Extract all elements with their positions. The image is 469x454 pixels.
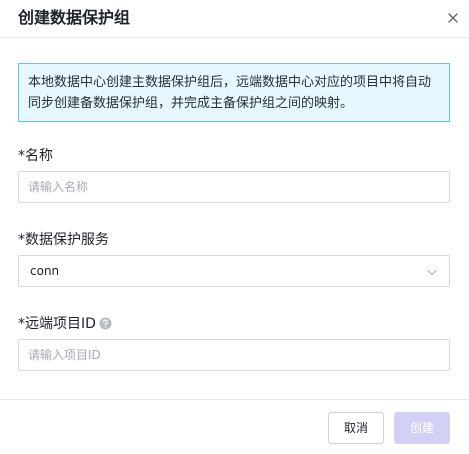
dialog-title: 创建数据保护组 bbox=[18, 8, 131, 27]
create-protection-group-dialog: 创建数据保护组 本地数据中心创建主数据保护组后，远端数据中心对应的项目中将自动同… bbox=[0, 0, 469, 454]
info-notice-text: 本地数据中心创建主数据保护组后，远端数据中心对应的项目中将自动同步创建备数据保护… bbox=[28, 75, 432, 111]
service-select[interactable]: conn bbox=[18, 255, 450, 287]
remote-project-id-input[interactable] bbox=[18, 339, 450, 371]
close-icon bbox=[443, 8, 463, 28]
required-mark: * bbox=[18, 316, 25, 332]
dialog-footer: 取消 创建 bbox=[0, 399, 469, 454]
remote-project-label: *远端项目ID bbox=[18, 315, 112, 333]
create-button[interactable]: 创建 bbox=[394, 412, 450, 444]
name-label: *名称 bbox=[18, 147, 53, 165]
info-notice: 本地数据中心创建主数据保护组后，远端数据中心对应的项目中将自动同步创建备数据保护… bbox=[18, 63, 450, 122]
name-label-text: 名称 bbox=[25, 148, 53, 164]
dialog-header: 创建数据保护组 bbox=[0, 0, 469, 38]
required-mark: * bbox=[18, 232, 25, 248]
name-input[interactable] bbox=[18, 171, 450, 203]
close-button[interactable] bbox=[443, 8, 463, 28]
cancel-button[interactable]: 取消 bbox=[328, 412, 384, 444]
service-select-value: conn bbox=[30, 264, 60, 278]
chevron-down-icon bbox=[426, 266, 438, 278]
question-circle-icon[interactable] bbox=[99, 317, 112, 330]
service-label: *数据保护服务 bbox=[18, 231, 109, 249]
remote-project-label-text: 远端项目ID bbox=[25, 316, 96, 332]
required-mark: * bbox=[18, 148, 25, 164]
service-label-text: 数据保护服务 bbox=[25, 232, 109, 248]
